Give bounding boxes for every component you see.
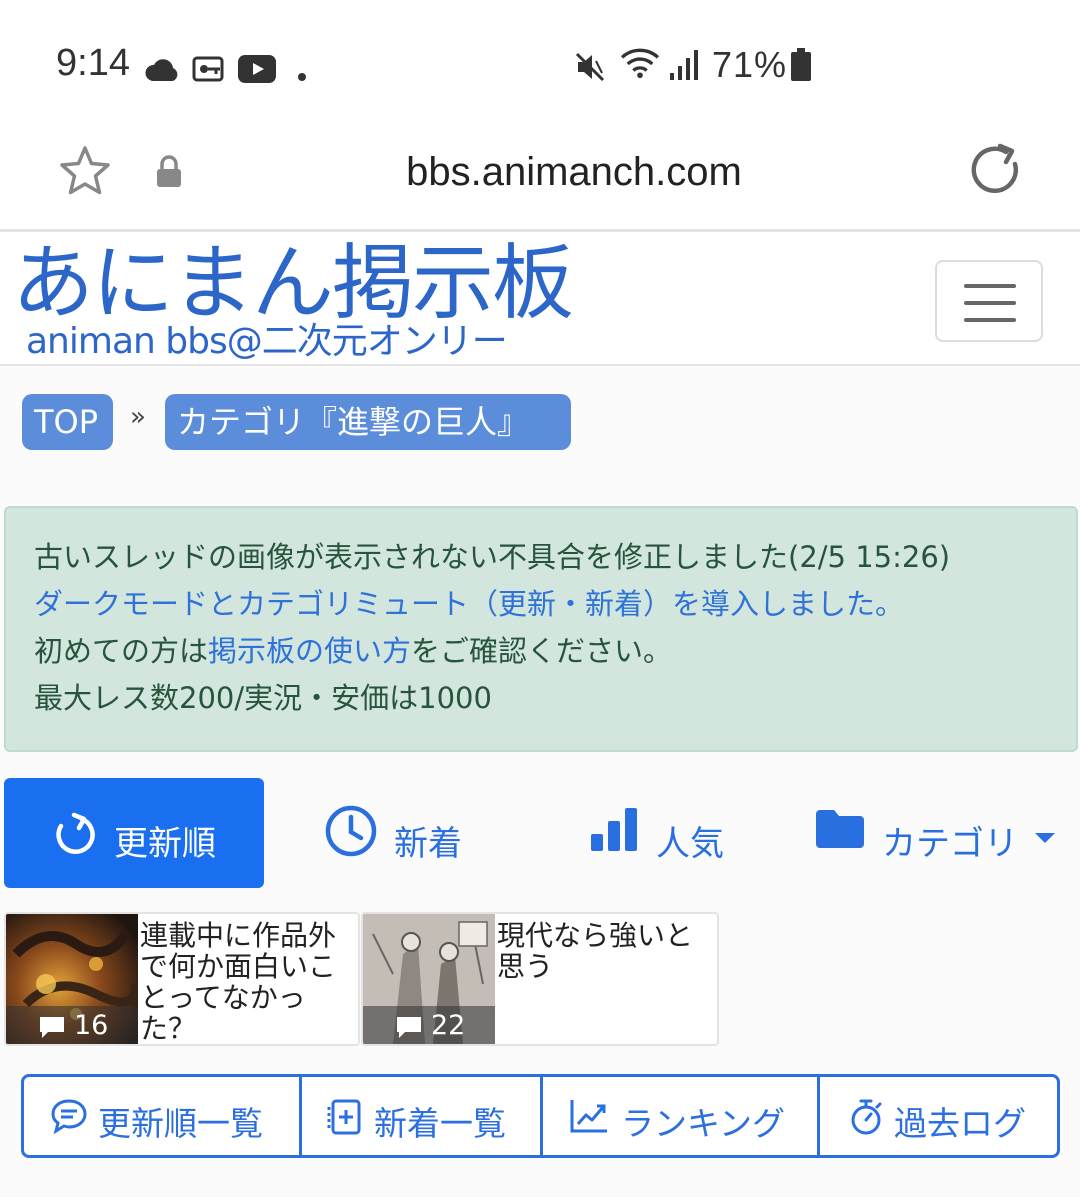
- hamburger-menu-icon: [964, 284, 1016, 288]
- tab-label: 更新順: [114, 824, 216, 864]
- comment-bubble-icon: [397, 1017, 421, 1038]
- new-list-button[interactable]: 新着一覧: [302, 1077, 540, 1155]
- ranking-button[interactable]: ランキング: [543, 1077, 817, 1155]
- status-bar: 9:14 71%: [0, 0, 1080, 120]
- youtube-icon: [238, 55, 276, 83]
- thread-title[interactable]: 現代なら強いと思う: [497, 920, 697, 982]
- battery-icon: [791, 48, 811, 81]
- folder-icon: [816, 810, 864, 848]
- battery-percent: 71%: [712, 44, 788, 85]
- tab-label: 新着: [394, 824, 462, 864]
- thread-card[interactable]: 22 現代なら強いと思う: [361, 912, 719, 1046]
- breadcrumb-separator: »: [130, 402, 146, 432]
- notice-line-3: 初めての方は掲示板の使い方をご確認ください。: [34, 634, 673, 668]
- site-logo-subtitle: animan bbs@二次元オンリー: [26, 321, 508, 362]
- reload-icon[interactable]: [968, 142, 1024, 198]
- mute-icon: [575, 52, 605, 82]
- breadcrumb-top-link[interactable]: TOP: [22, 394, 113, 450]
- trending-chart-icon: [570, 1100, 607, 1133]
- notice-line-4: 最大レス数200/実況・安価は1000: [34, 681, 492, 715]
- hamburger-menu-button[interactable]: [935, 260, 1043, 342]
- comment-count: 22: [363, 1006, 495, 1044]
- browser-url-bar: bbs.animanch.com: [0, 120, 1080, 232]
- cloud-icon: [145, 59, 178, 81]
- thread-thumbnail: 22: [363, 914, 495, 1044]
- notice-box: 古いスレッドの画像が表示されない不具合を修正しました(2/5 15:26) ダー…: [4, 506, 1078, 752]
- status-time: 9:14: [56, 42, 130, 84]
- site-logo-title[interactable]: あにまん掲示板: [12, 234, 574, 334]
- url-text[interactable]: bbs.animanch.com: [0, 150, 1080, 195]
- vpn-key-icon: [192, 56, 224, 82]
- update-list-button[interactable]: 更新順一覧: [24, 1077, 300, 1155]
- comment-count: 16: [6, 1006, 138, 1044]
- bar-chart-icon: [591, 808, 637, 851]
- notice-darkmode-link[interactable]: ダークモードとカテゴリミュート（更新・新着）を導入しました。: [34, 581, 1076, 628]
- tab-category-dropdown[interactable]: カテゴリ: [810, 778, 1078, 888]
- main-content: TOP » カテゴリ『進撃の巨人』 古いスレッドの画像が表示されない不具合を修正…: [0, 366, 1080, 1197]
- archive-log-button[interactable]: 過去ログ: [820, 1077, 1057, 1155]
- signal-icon: [670, 50, 698, 80]
- chat-bubble-icon: [51, 1099, 87, 1134]
- tab-popular[interactable]: 人気: [584, 778, 784, 888]
- wifi-icon: [620, 48, 660, 79]
- clock-icon: [325, 805, 377, 857]
- breadcrumb-category-link[interactable]: カテゴリ『進撃の巨人』: [165, 394, 571, 450]
- refresh-icon: [56, 812, 95, 854]
- chevron-down-icon: [1035, 833, 1055, 843]
- comment-bubble-icon: [40, 1017, 64, 1038]
- thread-card[interactable]: 16 連載中に作品外で何か面白いことってなかった？: [4, 912, 360, 1046]
- tab-new[interactable]: 新着: [304, 778, 504, 888]
- dot-icon: [298, 73, 306, 81]
- list-navigation: 更新順一覧 新着一覧 ランキング 過去ログ: [21, 1074, 1060, 1158]
- stopwatch-icon: [851, 1099, 882, 1135]
- notice-line-1: 古いスレッドの画像が表示されない不具合を修正しました(2/5 15:26): [34, 540, 951, 574]
- tab-label: カテゴリ: [882, 824, 1018, 864]
- thread-title[interactable]: 連載中に作品外で何か面白いことってなかった？: [140, 920, 340, 1044]
- tab-update-order[interactable]: 更新順: [4, 778, 264, 888]
- new-post-icon: [327, 1099, 361, 1135]
- site-header: あにまん掲示板 animan bbs@二次元オンリー: [0, 234, 1080, 366]
- sort-tabs: 更新順 新着 人気 カテゴリ: [4, 778, 1078, 888]
- howto-link[interactable]: 掲示板の使い方: [208, 634, 411, 668]
- thread-thumbnail: 16: [6, 914, 138, 1044]
- tab-label: 人気: [656, 824, 724, 864]
